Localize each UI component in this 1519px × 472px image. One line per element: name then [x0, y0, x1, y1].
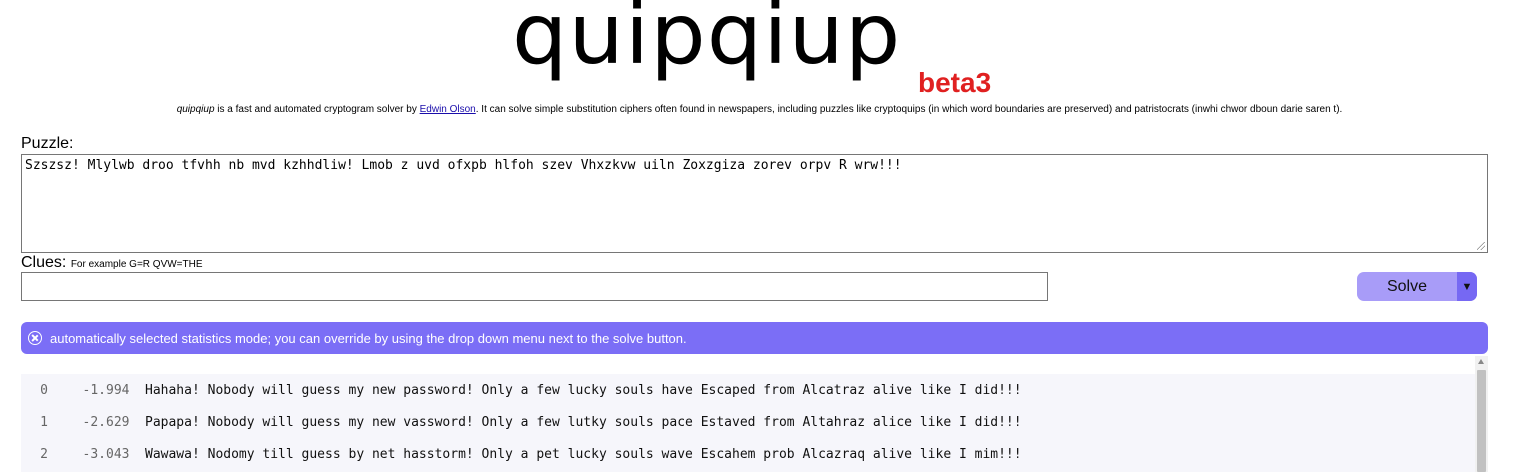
result-text: Wawawa! Nodomy till guess by net hasstor… [145, 446, 1022, 462]
result-row[interactable]: 1 -2.629 Papapa! Nobody will guess my ne… [21, 406, 1475, 438]
result-index: 1 [40, 414, 48, 430]
close-circle-icon[interactable] [28, 331, 42, 345]
logo: quipqiup [512, 0, 902, 83]
clues-label: Clues: [21, 254, 67, 271]
result-text: Papapa! Nobody will guess my new vasswor… [145, 414, 1022, 430]
banner-message: automatically selected statistics mode; … [50, 330, 687, 346]
result-row[interactable]: 2 -3.043 Wawawa! Nodomy till guess by ne… [21, 438, 1475, 470]
result-score: -1.994 [82, 382, 130, 398]
result-row[interactable]: 0 -1.994 Hahaha! Nobody will guess my ne… [21, 374, 1475, 406]
result-text: Hahaha! Nobody will guess my new passwor… [145, 382, 1022, 398]
result-index: 0 [40, 382, 48, 398]
tagline: quipqiup is a fast and automated cryptog… [0, 104, 1519, 115]
result-score: -3.043 [82, 446, 130, 462]
results-list: 0 -1.994 Hahaha! Nobody will guess my ne… [21, 374, 1475, 472]
puzzle-text: Szszsz! Mlylwb droo tfvhh nb mvd kzhhdli… [25, 158, 902, 173]
solve-button-group: Solve ▼ [1357, 272, 1477, 301]
author-link[interactable]: Edwin Olson [420, 104, 476, 115]
puzzle-label: Puzzle: [21, 135, 74, 152]
tagline-name: quipqiup [176, 104, 215, 115]
puzzle-textarea[interactable]: Szszsz! Mlylwb droo tfvhh nb mvd kzhhdli… [21, 154, 1488, 253]
beta-label: beta3 [918, 67, 992, 98]
clues-hint: For example G=R QVW=THE [70, 259, 203, 270]
solve-button[interactable]: Solve [1357, 272, 1457, 301]
result-index: 2 [40, 446, 48, 462]
tagline-text-1: is a fast and automated cryptogram solve… [214, 104, 420, 115]
results-scrollbar[interactable] [1475, 356, 1488, 472]
resize-grip-icon[interactable] [1477, 242, 1485, 250]
status-banner: automatically selected statistics mode; … [21, 322, 1488, 354]
scroll-up-icon[interactable] [1478, 359, 1484, 364]
result-score: -2.629 [82, 414, 130, 430]
solve-dropdown-icon[interactable]: ▼ [1457, 272, 1477, 301]
tagline-text-2: . It can solve simple substitution ciphe… [475, 104, 1343, 115]
scroll-thumb[interactable] [1477, 370, 1486, 472]
clues-input[interactable] [21, 272, 1048, 301]
clues-label-group: Clues: For example G=R QVW=THE [21, 254, 203, 272]
